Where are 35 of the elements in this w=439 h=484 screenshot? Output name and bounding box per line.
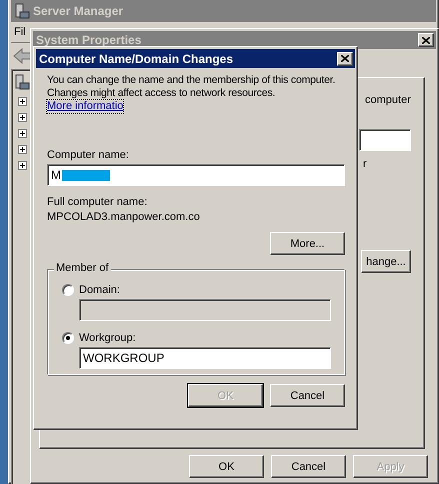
computer-name-field[interactable]: M bbox=[47, 164, 345, 186]
menu-item[interactable]: Fil bbox=[14, 26, 26, 38]
dialog-button[interactable]: Cancel bbox=[270, 384, 345, 407]
radio-button[interactable] bbox=[62, 284, 74, 296]
expand-icon[interactable] bbox=[18, 97, 26, 106]
window-title: Computer Name/Domain Changes bbox=[39, 52, 234, 66]
group-label: Member of bbox=[54, 262, 111, 274]
intro-text: You can change the name and the membership of this computer. Changes might affect access to network resources. bbox=[47, 74, 336, 100]
field-label: Computer name: bbox=[47, 149, 130, 161]
server-icon bbox=[14, 3, 30, 19]
radio-button[interactable] bbox=[62, 332, 74, 344]
redaction-mark bbox=[62, 170, 110, 180]
text-field[interactable] bbox=[359, 129, 411, 151]
dialog-button[interactable]: OK bbox=[189, 455, 264, 478]
more-information-link[interactable]: More informatio bbox=[47, 100, 124, 113]
more-button[interactable]: More... bbox=[270, 232, 345, 255]
radio-label: Workgroup: bbox=[79, 332, 136, 344]
radio-label: Domain: bbox=[79, 284, 120, 296]
field-label: Full computer name: bbox=[47, 196, 148, 208]
expand-icon[interactable] bbox=[18, 161, 26, 170]
close-button[interactable] bbox=[337, 52, 353, 66]
text-field[interactable]: WORKGROUP bbox=[79, 347, 331, 369]
expand-icon[interactable] bbox=[18, 145, 26, 154]
label-text: r bbox=[363, 158, 367, 170]
full-computer-name: MPCOLAD3.manpower.com.co bbox=[47, 211, 201, 223]
description-text: computer bbox=[365, 94, 411, 106]
dialog-button[interactable]: Cancel bbox=[271, 455, 346, 478]
window-title: Server Manager bbox=[33, 4, 124, 18]
expand-icon[interactable] bbox=[18, 113, 26, 122]
window-title: System Properties bbox=[36, 33, 142, 47]
change-button[interactable]: hange... bbox=[361, 250, 411, 273]
close-icon bbox=[341, 55, 349, 62]
close-button[interactable] bbox=[418, 33, 434, 47]
close-icon bbox=[422, 36, 430, 44]
expand-icon[interactable] bbox=[18, 129, 26, 138]
